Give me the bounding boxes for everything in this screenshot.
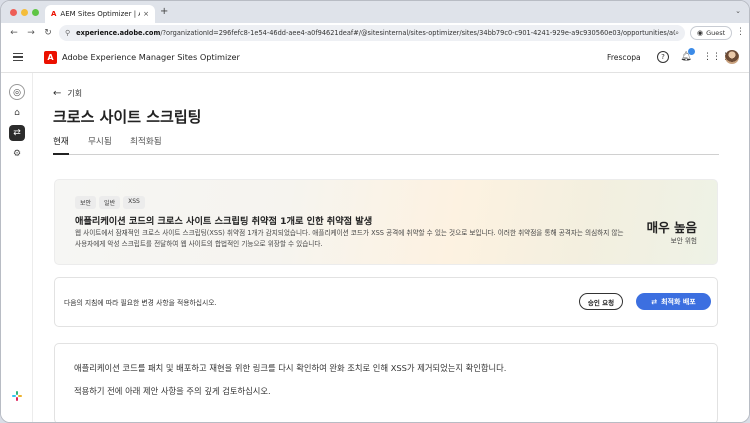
issue-description: 웹 사이트에서 잠재적인 크로스 사이트 스크립팅(XSS) 취약점 1개가 감… [75, 229, 624, 248]
tag-general: 일반 [99, 196, 121, 209]
opportunities-icon[interactable]: ⇄ [9, 125, 25, 141]
severity-label: 보안 위험 [670, 237, 697, 245]
forward-arrow-icon[interactable]: → [24, 28, 38, 38]
guidance-line-1: 애플리케이션 코드를 패치 및 배포하고 재현을 위한 링크를 다시 확인하여 … [74, 363, 507, 373]
left-rail: ◎ ⌂ ⇄ ⚙ [1, 73, 33, 422]
notification-badge [688, 48, 695, 55]
main-content: ← 기회 크로스 사이트 스크립팅 현재 무시됨 최적화됨 보안 일반 XSS … [34, 73, 749, 422]
guidance-line-2: 적용하기 전에 아래 제안 사항을 주의 깊게 검토하십시오. [74, 386, 271, 396]
issue-title: 애플리케이션 코드의 크로스 사이트 스크립팅 취약점 1개로 인한 취약점 발… [75, 216, 373, 227]
profile-label: Guest [706, 29, 726, 37]
back-label: 기회 [67, 89, 83, 98]
tab-ignored[interactable]: 무시됨 [88, 135, 112, 147]
tag-xss: XSS [123, 196, 145, 209]
guidance-card: 애플리케이션 코드를 패치 및 배포하고 재현을 위한 링크를 다시 확인하여 … [54, 343, 718, 422]
url-text: experience.adobe.com/?organizationId=296… [76, 29, 676, 37]
tab-close-icon[interactable]: × [143, 10, 149, 18]
maximize-window-button[interactable] [32, 9, 39, 16]
person-icon: ◉ [697, 29, 704, 37]
back-arrow-icon[interactable]: ← [7, 28, 21, 38]
avatar[interactable] [725, 50, 739, 64]
page-title: 크로스 사이트 스크립팅 [53, 108, 202, 126]
tab-title: AEM Sites Optimizer | Adobe [60, 10, 140, 18]
tag-security: 보안 [75, 196, 97, 209]
deploy-optimization-button[interactable]: ⇄ 최적화 배포 [636, 293, 711, 310]
severity-value: 매우 높음 [646, 220, 697, 235]
org-switcher[interactable]: Frescopa [607, 53, 641, 62]
home-icon[interactable]: ⌂ [9, 105, 25, 121]
app-header: A Adobe Experience Manager Sites Optimiz… [1, 44, 749, 73]
browser-window: A AEM Sites Optimizer | Adobe × + ⌄ ← → … [0, 0, 750, 423]
arrow-left-icon: ← [53, 88, 62, 99]
profile-button[interactable]: ◉ Guest [690, 26, 733, 40]
reload-icon[interactable]: ↻ [41, 28, 55, 38]
issue-summary-card: 보안 일반 XSS 애플리케이션 코드의 크로스 사이트 스크립팅 취약점 1개… [54, 179, 718, 265]
browser-tab-strip: A AEM Sites Optimizer | Adobe × + ⌄ [1, 1, 749, 23]
minimize-window-button[interactable] [21, 9, 28, 16]
gear-icon[interactable]: ⚙ [9, 146, 25, 162]
action-card: 다음의 지침에 따라 필요한 변경 사항을 적용하십시오. 승인 요청 ⇄ 최적… [54, 277, 718, 327]
action-instruction: 다음의 지침에 따라 필요한 변경 사항을 적용하십시오. [64, 299, 217, 307]
globe-icon[interactable]: ◎ [9, 84, 25, 100]
site-info-icon[interactable]: ⚲ [65, 29, 70, 37]
request-approval-button[interactable]: 승인 요청 [579, 293, 623, 310]
browser-tab[interactable]: A AEM Sites Optimizer | Adobe × [45, 5, 155, 23]
deploy-label: 최적화 배포 [661, 297, 696, 306]
app-grid-icon[interactable]: ⋮⋮⋮ [703, 51, 730, 63]
zoom-icon[interactable]: ⌕ [675, 29, 679, 38]
browser-menu-icon[interactable]: ⋮ [736, 27, 745, 37]
issue-tags: 보안 일반 XSS [75, 196, 145, 209]
back-link[interactable]: ← 기회 [53, 88, 82, 99]
browser-toolbar: ← → ↻ ⚲ experience.adobe.com/?organizati… [1, 23, 749, 43]
slack-icon[interactable] [11, 390, 23, 402]
bell-icon[interactable]: 🔔︎ [680, 48, 695, 63]
app-name[interactable]: Adobe Experience Manager Sites Optimizer [62, 52, 240, 62]
tab-list-chevron-icon[interactable]: ⌄ [735, 7, 741, 15]
help-icon[interactable]: ? [657, 51, 669, 63]
adobe-logo[interactable]: A [44, 51, 57, 64]
adobe-favicon-icon: A [51, 10, 57, 18]
close-window-button[interactable] [10, 9, 17, 16]
address-bar[interactable]: ⚲ experience.adobe.com/?organizationId=2… [59, 25, 685, 41]
tab-current[interactable]: 현재 [53, 135, 69, 155]
hamburger-icon[interactable] [13, 53, 23, 61]
tab-optimized[interactable]: 최적화됨 [130, 135, 162, 147]
status-tabs: 현재 무시됨 최적화됨 [53, 134, 719, 155]
sparkle-icon: ⇄ [651, 297, 658, 306]
new-tab-button[interactable]: + [160, 6, 168, 17]
